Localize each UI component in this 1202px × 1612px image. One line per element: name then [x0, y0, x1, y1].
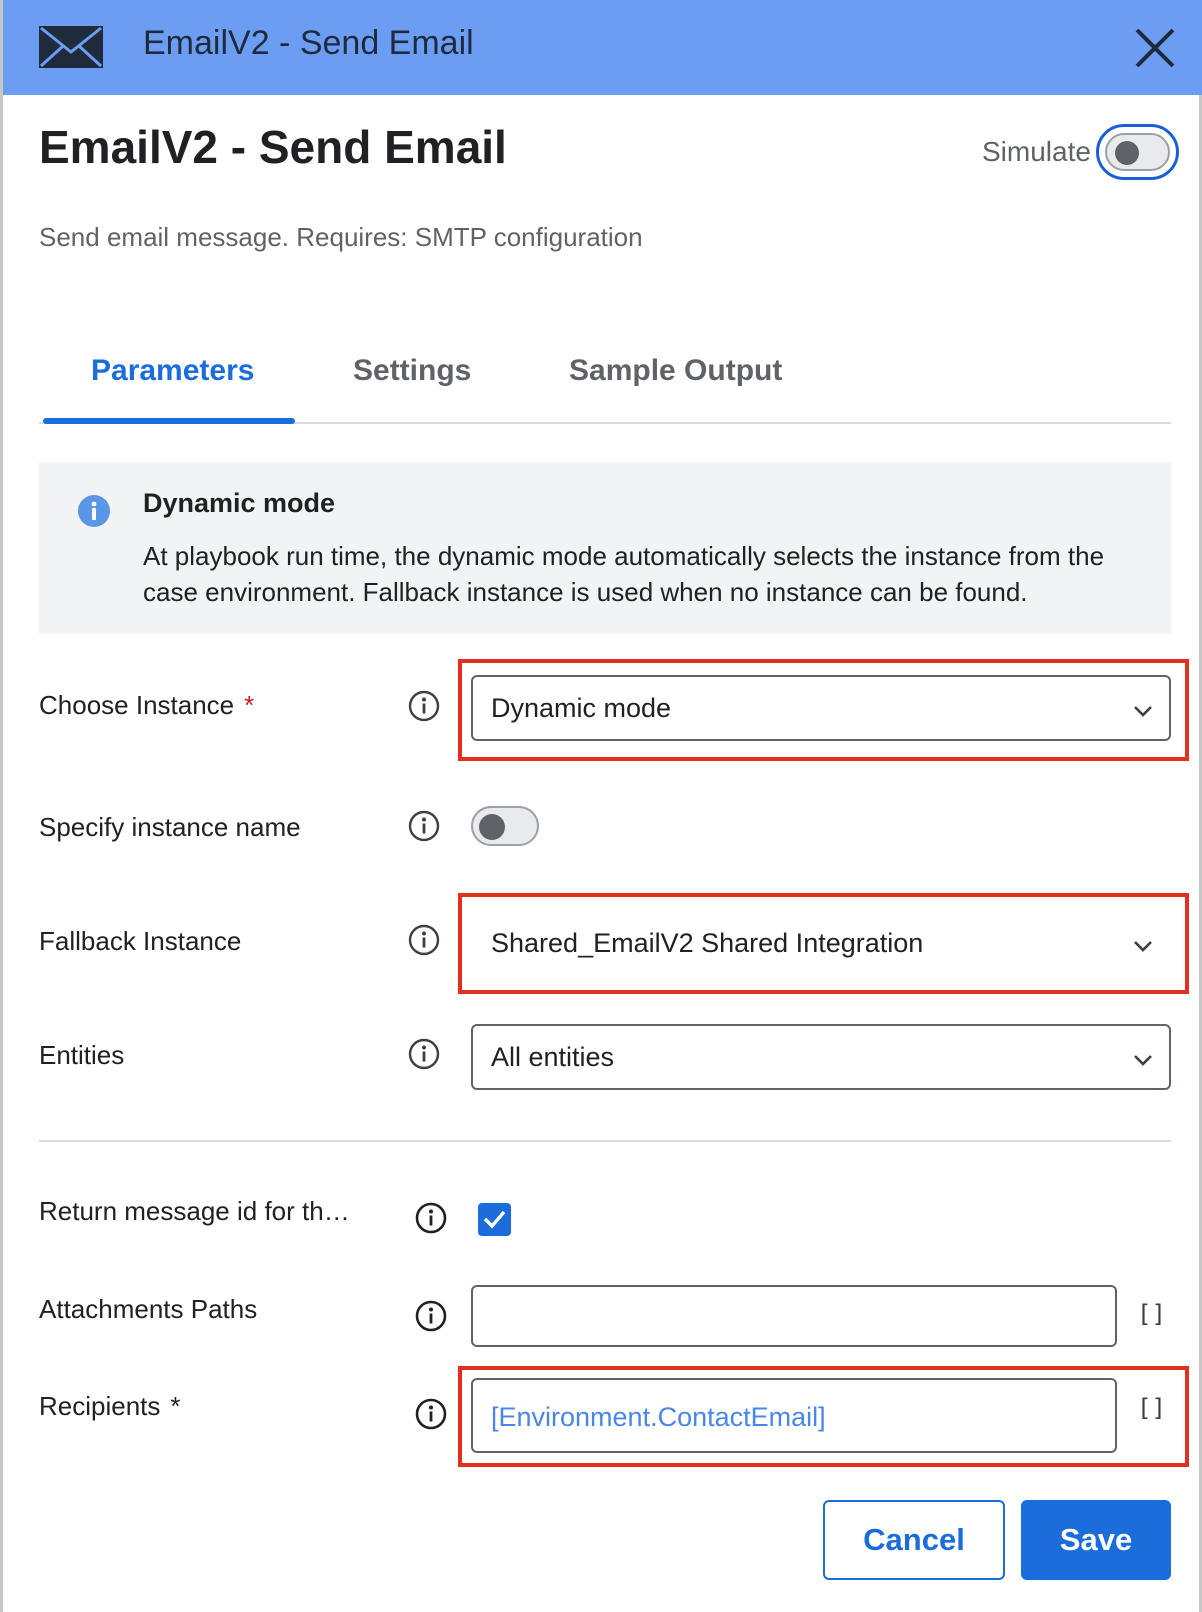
fallback-instance-value: Shared_EmailV2 Shared Integration	[491, 928, 924, 958]
help-info-icon[interactable]	[415, 1300, 447, 1332]
fallback-instance-select[interactable]: Shared_EmailV2 Shared Integration	[471, 910, 1171, 976]
insert-placeholder-button[interactable]: []	[1137, 1394, 1166, 1422]
choose-instance-label: Choose Instance *	[39, 690, 254, 721]
recipients-label: Recipients *	[39, 1391, 181, 1422]
close-icon[interactable]	[1133, 26, 1177, 70]
action-description: Send email message. Requires: SMTP confi…	[39, 222, 643, 252]
simulate-toggle-knob	[1115, 141, 1139, 165]
attachments-paths-label: Attachments Paths	[39, 1294, 258, 1324]
cancel-button[interactable]: Cancel	[823, 1500, 1005, 1580]
entities-value: All entities	[491, 1042, 615, 1072]
recipients-input[interactable]: [Environment.ContactEmail]	[471, 1378, 1117, 1453]
titlebar-title: EmailV2 - Send Email	[143, 24, 474, 62]
send-email-dialog: EmailV2 - Send Email EmailV2 - Send Emai…	[0, 0, 1202, 1612]
dynamic-mode-banner: Dynamic mode At playbook run time, the d…	[39, 462, 1171, 634]
simulate-toggle-track	[1105, 133, 1170, 171]
banner-title: Dynamic mode	[143, 488, 336, 518]
dialog-titlebar: EmailV2 - Send Email	[3, 0, 1202, 95]
tab-parameters[interactable]: Parameters	[91, 354, 254, 388]
simulate-toggle[interactable]	[1096, 124, 1179, 180]
save-button[interactable]: Save	[1021, 1500, 1171, 1580]
mail-icon	[39, 26, 103, 68]
help-info-icon[interactable]	[408, 1038, 440, 1070]
tab-bar: Parameters Settings Sample Output	[39, 340, 1171, 424]
chevron-down-icon	[1134, 706, 1152, 717]
chevron-down-icon	[1134, 941, 1152, 952]
entities-label: Entities	[39, 1040, 125, 1070]
specify-instance-name-toggle[interactable]	[471, 806, 539, 846]
entities-select[interactable]: All entities	[471, 1024, 1171, 1090]
choose-instance-value: Dynamic mode	[491, 693, 672, 723]
tab-settings[interactable]: Settings	[353, 354, 471, 388]
page-title: EmailV2 - Send Email	[39, 121, 507, 173]
choose-instance-select[interactable]: Dynamic mode	[471, 675, 1171, 741]
required-mark: *	[170, 1391, 181, 1421]
help-info-icon[interactable]	[408, 690, 440, 722]
help-info-icon[interactable]	[408, 810, 440, 842]
insert-placeholder-button[interactable]: []	[1137, 1300, 1166, 1328]
help-info-icon[interactable]	[415, 1202, 447, 1234]
chevron-down-icon	[1134, 1055, 1152, 1066]
choose-instance-label-text: Choose Instance	[39, 690, 235, 720]
banner-text: At playbook run time, the dynamic mode a…	[143, 541, 1105, 607]
return-message-id-label: Return message id for th…	[39, 1196, 350, 1226]
info-icon	[78, 495, 110, 527]
checkmark-icon	[483, 1210, 506, 1229]
attachments-paths-input[interactable]	[471, 1285, 1117, 1347]
tab-sample-output[interactable]: Sample Output	[569, 354, 782, 388]
specify-instance-name-label: Specify instance name	[39, 812, 301, 842]
toggle-knob	[479, 814, 505, 840]
help-info-icon[interactable]	[415, 1398, 447, 1430]
active-tab-indicator	[43, 418, 295, 424]
recipients-label-text: Recipients	[39, 1391, 161, 1421]
section-divider	[39, 1140, 1171, 1142]
recipients-value: [Environment.ContactEmail]	[491, 1402, 826, 1432]
help-info-icon[interactable]	[408, 924, 440, 956]
required-mark: *	[244, 690, 255, 720]
return-message-id-checkbox[interactable]	[478, 1203, 511, 1236]
fallback-instance-label: Fallback Instance	[39, 926, 242, 956]
simulate-label: Simulate	[982, 136, 1091, 167]
